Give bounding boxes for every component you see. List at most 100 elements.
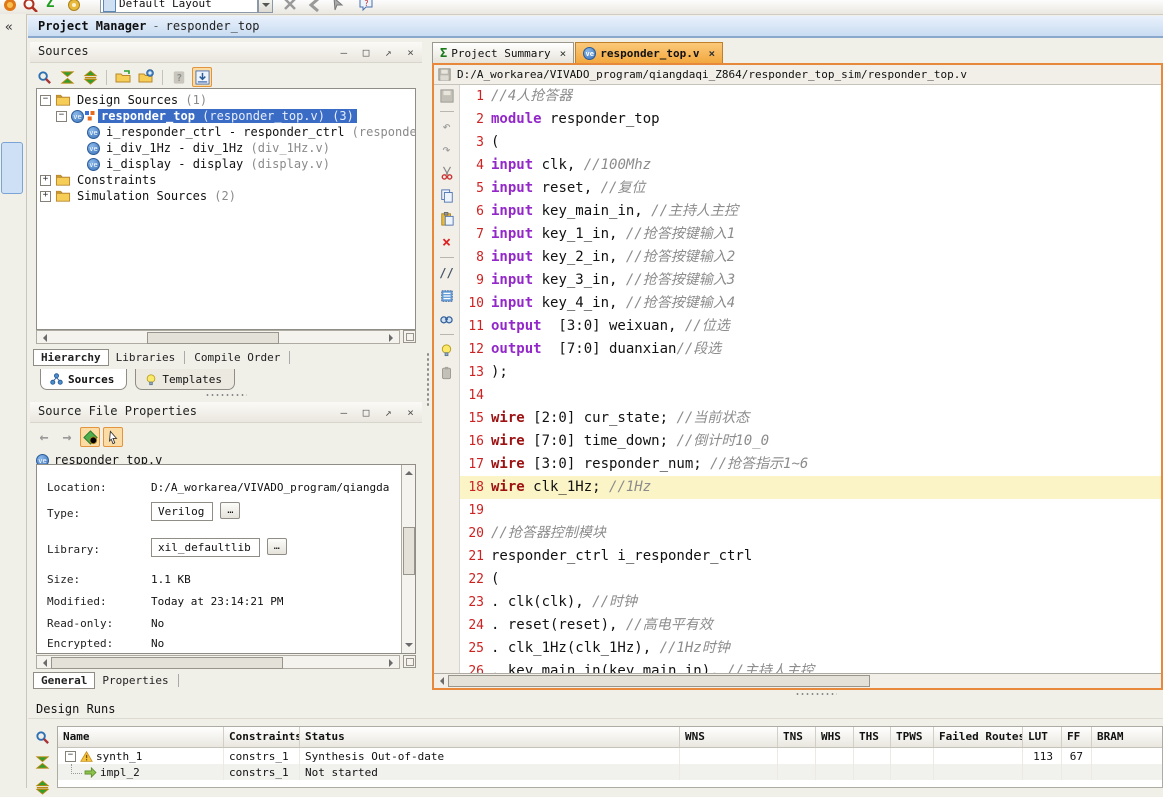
scroll-thumb[interactable]	[147, 332, 279, 344]
block-comment-icon[interactable]	[439, 288, 455, 304]
scroll-thumb[interactable]	[403, 527, 415, 575]
tree-item-design-sources[interactable]: −Design Sources (1)	[37, 92, 415, 108]
tab-compile-order[interactable]: Compile Order	[187, 350, 287, 365]
close-icon[interactable]: ×	[403, 43, 418, 62]
tree-item-simulation-sources[interactable]: +Simulation Sources (2)	[37, 188, 415, 204]
prop-value-type-[interactable]: Verilog …	[151, 502, 240, 522]
code-line-17[interactable]: 17wire [3:0] responder_num; //抢答指示1~6	[460, 453, 1161, 476]
code-line-19[interactable]: 19	[460, 499, 1161, 522]
delete-icon[interactable]: ×	[439, 234, 455, 250]
tab-sources[interactable]: Sources	[40, 369, 127, 390]
undo-history-icon[interactable]	[2, 0, 18, 12]
code-line-13[interactable]: 13);	[460, 361, 1161, 384]
search-icon[interactable]	[33, 727, 53, 747]
scroll-to-selected-icon[interactable]	[192, 67, 212, 87]
float-icon[interactable]: ↗	[381, 43, 396, 62]
code-line-1[interactable]: 1//4人抢答器	[460, 85, 1161, 108]
expand-node-icon[interactable]: +	[40, 191, 51, 202]
collapse-node-icon[interactable]: −	[56, 111, 67, 122]
paste-icon[interactable]	[439, 211, 455, 227]
code-line-12[interactable]: 12output [7:0] duanxian//段选	[460, 338, 1161, 361]
scroll-down-icon[interactable]	[405, 643, 413, 651]
scroll-right-icon[interactable]	[389, 334, 397, 342]
column-header[interactable]: WNS	[680, 727, 778, 747]
code-line-4[interactable]: 4input clk, //100Mhz	[460, 154, 1161, 177]
code-line-7[interactable]: 7input key_1_in, //抢答按键输入1	[460, 223, 1161, 246]
vertical-splitter-handle[interactable]	[426, 352, 430, 408]
code-line-15[interactable]: 15wire [2:0] cur_state; //当前状态	[460, 407, 1161, 430]
resize-grip[interactable]	[403, 330, 416, 343]
code-line-10[interactable]: 10input key_4_in, //抢答按键输入4	[460, 292, 1161, 315]
scroll-thumb[interactable]	[51, 657, 283, 669]
run-row-impl-2[interactable]: impl_2 constrs_1 Not started	[58, 764, 1162, 780]
column-header[interactable]: Status	[300, 727, 680, 747]
code-line-11[interactable]: 11output [3:0] weixuan, //位选	[460, 315, 1161, 338]
properties-vertical-scrollbar[interactable]	[401, 465, 415, 653]
layout-select[interactable]: Default Layout	[100, 0, 258, 13]
resize-grip[interactable]	[403, 655, 416, 668]
column-header[interactable]: Name	[58, 727, 224, 747]
collapse-node-icon[interactable]: −	[40, 95, 51, 106]
close-tab-icon[interactable]: ×	[709, 47, 716, 60]
scroll-left-icon[interactable]	[39, 659, 47, 667]
settings-gear-icon[interactable]	[66, 0, 82, 12]
column-header[interactable]: THS	[854, 727, 891, 747]
bottom-splitter-handle[interactable]	[795, 692, 837, 696]
code-line-5[interactable]: 5input reset, //复位	[460, 177, 1161, 200]
float-icon[interactable]: ↗	[381, 403, 396, 422]
close-tab-icon[interactable]: ×	[560, 47, 567, 60]
code-line-18[interactable]: 18wire clk_1Hz; //1Hz	[460, 476, 1161, 499]
cut-icon[interactable]	[439, 165, 455, 181]
code-line-21[interactable]: 21responder_ctrl i_responder_ctrl	[460, 545, 1161, 568]
column-header[interactable]: WHS	[816, 727, 854, 747]
add-sources-icon[interactable]	[136, 67, 156, 87]
code-line-26[interactable]: 26. key_main_in(key_main_in), //主持人主控	[460, 660, 1161, 674]
browse-button[interactable]: …	[220, 502, 240, 519]
tab-project-summary[interactable]: Σ Project Summary ×	[432, 42, 574, 63]
properties-horizontal-scrollbar[interactable]	[36, 655, 400, 669]
code-line-22[interactable]: 22(	[460, 568, 1161, 591]
tab-responder-top-v[interactable]: ve responder_top.v ×	[575, 42, 723, 63]
run-row-synth-1[interactable]: − synth_1 constrs_1 Synthesis Out-of-dat…	[58, 748, 1162, 764]
select-cursor-icon[interactable]	[103, 427, 123, 447]
code-line-23[interactable]: 23. clk(clk), //时钟	[460, 591, 1161, 614]
prop-input[interactable]: Verilog	[151, 502, 213, 521]
tree-item-i-div-1hz-div-1hz[interactable]: vei_div_1Hz - div_1Hz (div_1Hz.v)	[37, 140, 415, 156]
properties-view-icon[interactable]	[80, 427, 100, 447]
scroll-up-icon[interactable]	[405, 467, 413, 475]
search-toolbar-icon[interactable]	[22, 0, 38, 12]
maximize-icon[interactable]: □	[359, 403, 374, 422]
code-line-3[interactable]: 3(	[460, 131, 1161, 154]
scroll-right-icon[interactable]	[389, 659, 397, 667]
close-icon[interactable]: ×	[403, 403, 418, 422]
code-line-14[interactable]: 14	[460, 384, 1161, 407]
column-header[interactable]: FF	[1062, 727, 1092, 747]
scroll-thumb[interactable]	[448, 675, 870, 687]
tab-general[interactable]: General	[33, 672, 95, 689]
code-line-20[interactable]: 20//抢答器控制模块	[460, 522, 1161, 545]
tab-libraries[interactable]: Libraries	[109, 350, 183, 365]
collapse-node-icon[interactable]: −	[65, 751, 76, 762]
toggle-comment-icon[interactable]: //	[439, 265, 455, 281]
copy-icon[interactable]	[439, 188, 455, 204]
sources-horizontal-scrollbar[interactable]	[36, 330, 400, 344]
language-templates-icon[interactable]	[439, 342, 455, 358]
expand-all-icon[interactable]	[33, 777, 53, 797]
minimize-icon[interactable]: –	[336, 403, 351, 422]
column-header[interactable]: LUT	[1023, 727, 1062, 747]
zoom-fit-icon[interactable]: Z	[46, 0, 62, 11]
collapse-all-icon[interactable]	[33, 752, 53, 772]
collapse-all-icon[interactable]	[57, 67, 77, 87]
expand-node-icon[interactable]: +	[40, 175, 51, 186]
column-header[interactable]: Constraints	[224, 727, 300, 747]
editor-horizontal-scrollbar[interactable]	[434, 673, 1161, 688]
column-header[interactable]: TPWS	[891, 727, 934, 747]
rail-selected-item[interactable]	[1, 142, 23, 194]
scroll-left-icon[interactable]	[436, 677, 444, 685]
code-line-25[interactable]: 25. clk_1Hz(clk_1Hz), //1Hz时钟	[460, 637, 1161, 660]
tree-item-i-display-display[interactable]: vei_display - display (display.v)	[37, 156, 415, 172]
column-header[interactable]: BRAM	[1092, 727, 1162, 747]
code-line-16[interactable]: 16wire [7:0] time_down; //倒计时10_0	[460, 430, 1161, 453]
scroll-left-icon[interactable]	[39, 334, 47, 342]
search-icon[interactable]	[34, 67, 54, 87]
